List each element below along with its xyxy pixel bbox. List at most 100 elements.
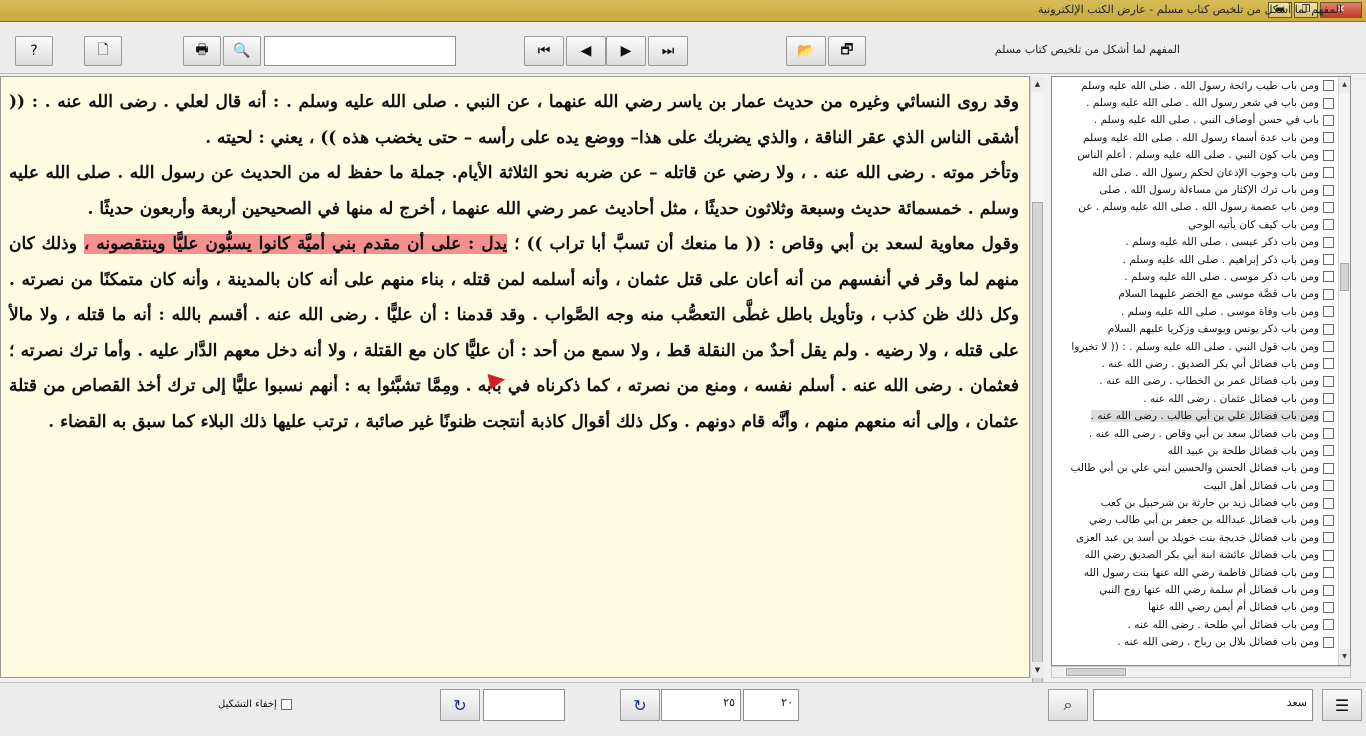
toc-item[interactable]: ومن باب فضائل طلحة بن عبيد الله	[1052, 442, 1338, 459]
scroll-up-icon[interactable]: ▲	[1031, 76, 1044, 92]
previous-page-button[interactable]: ◀	[566, 36, 606, 66]
toc-scrollbar[interactable]: ▲ ▼	[1338, 77, 1350, 665]
search-button[interactable]: 🔍	[223, 36, 261, 66]
search-input[interactable]	[264, 36, 456, 66]
list-button[interactable]: ☰	[1322, 689, 1362, 721]
toc-item-checkbox[interactable]	[1323, 341, 1334, 353]
toc-item[interactable]: ومن باب فضائل أبي بكر الصديق . رضى الله …	[1052, 355, 1338, 372]
toc-item[interactable]: ومن باب في شعر رسول الله . صلى الله عليه…	[1052, 94, 1338, 111]
toc-item-checkbox[interactable]	[1323, 428, 1334, 439]
refresh-button[interactable]: ↻	[440, 689, 480, 721]
toc-item[interactable]: ومن باب فضائل خديجة بنت خويلد بن أسد بن …	[1052, 529, 1338, 546]
toc-item-checkbox[interactable]	[1323, 114, 1334, 126]
toc-item-checkbox[interactable]	[1323, 601, 1334, 613]
scroll-thumb[interactable]	[1340, 263, 1349, 291]
go-button[interactable]: ↻	[620, 689, 660, 721]
toc-item[interactable]: ومن باب ذكر موسى . صلى الله عليه وسلم .	[1052, 268, 1338, 285]
scroll-down-icon[interactable]: ▼	[1031, 662, 1044, 678]
toc-item[interactable]: ومن باب فضائل سعد بن أبي وقاص . رضى الله…	[1052, 425, 1338, 442]
scroll-thumb[interactable]	[1066, 668, 1126, 676]
toc-item-checkbox[interactable]	[1323, 288, 1334, 300]
toc-item[interactable]: ومن باب ذكر يونس ويوسف وزكريا عليهم السل…	[1052, 320, 1338, 337]
toc-item[interactable]: ومن باب فضائل أبي طلحة . رضى الله عنه .	[1052, 616, 1338, 633]
toc-item[interactable]: ومن باب قصَّة موسى مع الخضر عليهما السلا…	[1052, 286, 1338, 303]
toc-horizontal-scrollbar[interactable]	[1051, 666, 1351, 678]
toc-item-checkbox[interactable]	[1323, 358, 1334, 370]
toc-item-checkbox[interactable]	[1323, 97, 1334, 109]
toc-item[interactable]: ومن باب فضائل علي بن أبي طالب . رضى الله…	[1052, 407, 1338, 424]
toc-item-checkbox[interactable]	[1323, 271, 1334, 283]
toc-item-checkbox[interactable]	[1323, 393, 1334, 405]
toc-item[interactable]: ومن باب فضائل عبدالله بن جعفر بن أبي طال…	[1052, 512, 1338, 529]
toc-item-checkbox[interactable]	[1323, 254, 1334, 266]
toc-item[interactable]: ومن باب طيب رائحة رسول الله . صلى الله ع…	[1052, 77, 1338, 94]
toc-item-checkbox[interactable]	[1323, 236, 1334, 248]
toc-item[interactable]: ومن باب عدة أسماء رسول الله . صلى الله ع…	[1052, 129, 1338, 146]
toc-item[interactable]: ومن باب فضائل الحسن والحسين ابني علي بن …	[1052, 460, 1338, 477]
toc-item[interactable]: ومن باب قول النبي . صلى الله عليه وسلم .…	[1052, 338, 1338, 355]
toc-item-checkbox[interactable]	[1323, 80, 1334, 92]
toc-item-checkbox[interactable]	[1323, 636, 1334, 648]
goto-field[interactable]	[483, 689, 565, 721]
toc-item[interactable]: ومن باب فضائل زيد بن حارثة بن شرحبيل بن …	[1052, 494, 1338, 511]
toc-item-checkbox[interactable]	[1323, 619, 1334, 631]
toc-item-checkbox[interactable]	[1323, 149, 1334, 161]
content-scrollbar[interactable]: ▲ ▼	[1030, 76, 1044, 688]
toc-item-checkbox[interactable]	[1323, 462, 1334, 474]
toc-item[interactable]: ومن باب كيف كان يأتيه الوحي	[1052, 216, 1338, 233]
toc-item-checkbox[interactable]	[1323, 132, 1334, 144]
toc-item[interactable]: ومن باب فضائل أم سلمة رضي الله عنها زوج …	[1052, 581, 1338, 598]
toc-item-checkbox[interactable]	[1323, 306, 1334, 318]
print-icon: 🖶	[195, 42, 209, 58]
toc-item-checkbox[interactable]	[1323, 219, 1334, 231]
toc-item-checkbox[interactable]	[1323, 514, 1334, 526]
next-page-button[interactable]: ▶	[606, 36, 646, 66]
toc-item[interactable]: ومن باب فضائل عمر بن الخطاب . رضى الله ع…	[1052, 373, 1338, 390]
toc-item[interactable]: ومن باب وجوب الإذعان لحكم رسول الله . صل…	[1052, 164, 1338, 181]
toc-item[interactable]: ومن باب ترك الإكثار من مساءلة رسول الله …	[1052, 181, 1338, 198]
toc-item[interactable]: ومن باب فضائل عائشة ابنة أبي بكر الصديق …	[1052, 547, 1338, 564]
toc-item-checkbox[interactable]	[1323, 167, 1334, 179]
toc-search-field[interactable]: سعد	[1093, 689, 1313, 721]
toc-item[interactable]: ومن باب كون النبي . صلى الله عليه وسلم .…	[1052, 147, 1338, 164]
toc-item[interactable]: ومن باب فضائل بلال بن رباح . رضى الله عن…	[1052, 634, 1338, 651]
toc-item-checkbox[interactable]	[1323, 480, 1334, 492]
scroll-down-icon[interactable]: ▼	[1339, 649, 1350, 665]
open-book-button[interactable]: 📂	[786, 36, 826, 66]
toc-item[interactable]: ومن باب عصمة رسول الله . صلى الله عليه و…	[1052, 199, 1338, 216]
scroll-up-icon[interactable]: ▲	[1339, 77, 1350, 93]
toc-item[interactable]: ومن باب وفاة موسى . صلى الله عليه وسلم .	[1052, 303, 1338, 320]
last-page-button[interactable]: ⏭	[648, 36, 688, 66]
checkbox[interactable]	[280, 699, 292, 710]
toc-item-checkbox[interactable]	[1323, 497, 1334, 509]
scroll-thumb[interactable]	[1032, 202, 1043, 688]
toc-item-checkbox[interactable]	[1323, 549, 1334, 561]
layout-button[interactable]: 🗗	[828, 36, 866, 66]
toc-item[interactable]: ومن باب فضائل فاطمة رضي الله عنها بنت رس…	[1052, 564, 1338, 581]
toc-item-checkbox[interactable]	[1323, 323, 1334, 335]
print-button[interactable]: 🖶	[183, 36, 221, 66]
toc-item-label: ومن باب فضائل أم سلمة رضي الله عنها زوج …	[1099, 584, 1319, 597]
toc-item-checkbox[interactable]	[1323, 532, 1334, 544]
toc-item-checkbox[interactable]	[1323, 184, 1334, 196]
new-document-button[interactable]: 🗋	[84, 36, 122, 66]
hide-tashkeel-checkbox[interactable]: إخفاء التشكيل	[218, 699, 292, 710]
toc-item-checkbox[interactable]	[1323, 375, 1334, 387]
reading-pane[interactable]: وقد روى النسائي وغيره من حديث عمار بن يا…	[0, 76, 1030, 678]
toc-item[interactable]: ومن باب ذكر إبراهيم . صلى الله عليه وسلم…	[1052, 251, 1338, 268]
toc-item-checkbox[interactable]	[1323, 584, 1334, 596]
page-number-field[interactable]: ٢٥	[661, 689, 741, 721]
first-page-button[interactable]: ⏮	[524, 36, 564, 66]
toc-item[interactable]: ومن باب فضائل أم أيمن رضي الله عنها	[1052, 599, 1338, 616]
toc-item[interactable]: ومن باب فضائل أهل البيت	[1052, 477, 1338, 494]
toc-item-checkbox[interactable]	[1323, 445, 1334, 457]
toc-item[interactable]: باب في حسن أوصاف النبي . صلى الله عليه و…	[1052, 112, 1338, 129]
help-button[interactable]: ?	[15, 36, 53, 66]
toc-item-checkbox[interactable]	[1323, 567, 1334, 579]
toc-item-checkbox[interactable]	[1323, 410, 1334, 422]
part-number-field[interactable]: ٢٠	[743, 689, 799, 721]
toc-item[interactable]: ومن باب ذكر عيسى . صلى الله عليه وسلم .	[1052, 234, 1338, 251]
toc-item-checkbox[interactable]	[1323, 201, 1334, 213]
find-button[interactable]: ⌕	[1048, 689, 1088, 721]
toc-item[interactable]: ومن باب فضائل عثمان . رضى الله عنه .	[1052, 390, 1338, 407]
